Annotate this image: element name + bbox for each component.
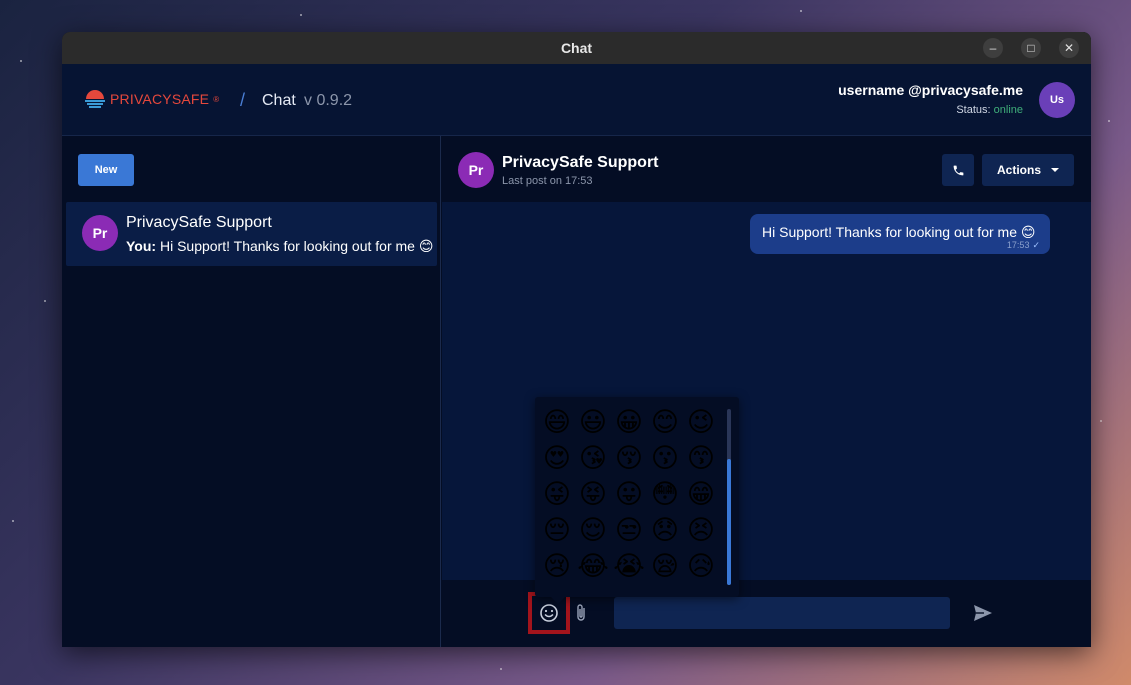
emoji-option[interactable]: 😗 <box>647 441 683 477</box>
emoji-grid: 😄 😃 😀 😊 😉 😍 😘 😚 😗 😙 😜 😝 😛 😳 😁 😔 😌 😒 😞 😣 😢 😂 😭 😪 😥 <box>539 405 723 585</box>
message-bubble[interactable]: Hi Support! Thanks for looking out for m… <box>750 214 1050 254</box>
emoji-option[interactable]: 😁 <box>683 477 719 513</box>
emoji-picker-pointer <box>551 597 565 604</box>
user-name: username @privacysafe.me <box>838 82 1023 98</box>
user-avatar[interactable]: Us <box>1039 82 1075 118</box>
window-title: Chat <box>560 40 593 56</box>
emoji-option[interactable]: 😂 <box>575 549 611 585</box>
send-icon <box>974 605 992 621</box>
user-status-value: online <box>993 104 1023 116</box>
emoji-option[interactable]: 😛 <box>611 477 647 513</box>
emoji-option[interactable]: 😉 <box>683 405 719 441</box>
actions-button[interactable]: Actions <box>982 154 1074 186</box>
emoji-option[interactable]: 😜 <box>539 477 575 513</box>
emoji-option[interactable]: 😣 <box>683 513 719 549</box>
emoji-picker-scrollbar[interactable] <box>727 409 731 585</box>
message-text: Hi Support! Thanks for looking out for m… <box>762 224 1036 240</box>
emoji-option[interactable]: 😙 <box>683 441 719 477</box>
message-input[interactable] <box>614 597 950 629</box>
conversation-preview-sender: You: <box>126 238 157 254</box>
app-header: PRIVACYSAFE ® / Chat v 0.9.2 username @pr… <box>62 64 1091 136</box>
chat-avatar: Pr <box>458 152 494 188</box>
emoji-option[interactable]: 😢 <box>539 549 575 585</box>
chat-title: PrivacySafe Support <box>502 154 659 171</box>
emoji-option[interactable]: 😌 <box>575 513 611 549</box>
attach-button[interactable] <box>572 602 590 624</box>
emoji-picker-scroll-thumb[interactable] <box>727 459 731 585</box>
registered-mark: ® <box>213 94 220 104</box>
emoji-option[interactable]: 😄 <box>539 405 575 441</box>
privacysafe-logo: PRIVACYSAFE ® <box>84 88 219 110</box>
new-chat-button[interactable]: New <box>78 154 134 186</box>
maximize-button[interactable]: □ <box>1021 38 1041 58</box>
brand-name: PRIVACYSAFE <box>110 91 210 107</box>
call-button[interactable] <box>942 154 974 186</box>
privacysafe-logo-icon <box>85 90 105 108</box>
phone-icon <box>953 165 963 175</box>
emoji-option[interactable]: 😪 <box>647 549 683 585</box>
user-status: Status: online <box>838 104 1023 116</box>
conversation-preview: You: Hi Support! Thanks for looking out … <box>126 238 433 255</box>
actions-label: Actions <box>996 163 1041 177</box>
emoji-option[interactable]: 😃 <box>575 405 611 441</box>
chat-pane: Pr PrivacySafe Support Last post on 17:5… <box>442 136 1091 647</box>
emoji-option[interactable]: 😀 <box>611 405 647 441</box>
emoji-option[interactable]: 😥 <box>683 549 719 585</box>
emoji-option[interactable]: 😒 <box>611 513 647 549</box>
chat-header: Pr PrivacySafe Support Last post on 17:5… <box>442 136 1091 202</box>
chat-last-post: Last post on 17:53 <box>502 175 593 187</box>
message-time: 17:53 <box>1006 240 1030 250</box>
emoji-option[interactable]: 😊 <box>647 405 683 441</box>
smiley-icon <box>540 604 558 622</box>
chevron-down-icon <box>1051 168 1059 172</box>
chat-window: Chat – □ ✕ PRIVACYSAFE ® / Chat v 0.9.2 u… <box>62 32 1091 647</box>
emoji-option[interactable]: 😭 <box>611 549 647 585</box>
window-titlebar[interactable]: Chat – □ ✕ <box>62 32 1091 64</box>
breadcrumb-separator: / <box>240 90 246 110</box>
conversation-preview-text: Hi Support! Thanks for looking out for m… <box>156 238 434 254</box>
conversation-name: PrivacySafe Support <box>126 214 272 231</box>
emoji-option[interactable]: 😳 <box>647 477 683 513</box>
breadcrumb-app-name: Chat <box>262 92 296 109</box>
conversation-sidebar: New Pr PrivacySafe Support You: Hi Suppo… <box>62 136 441 647</box>
delivered-check-icon: ✓ <box>1032 240 1040 250</box>
emoji-option[interactable]: 😘 <box>575 441 611 477</box>
emoji-option[interactable]: 😚 <box>611 441 647 477</box>
minimize-button[interactable]: – <box>983 38 1003 58</box>
conversation-item[interactable]: Pr PrivacySafe Support You: Hi Support! … <box>66 202 437 266</box>
app-version: v 0.9.2 <box>304 92 353 109</box>
emoji-option[interactable]: 😞 <box>647 513 683 549</box>
emoji-option[interactable]: 😝 <box>575 477 611 513</box>
emoji-option[interactable]: 😍 <box>539 441 575 477</box>
user-info: username @privacysafe.me Status: online <box>838 82 1023 116</box>
main-area: New Pr PrivacySafe Support You: Hi Suppo… <box>62 136 1091 647</box>
send-button[interactable] <box>972 602 994 624</box>
message-meta: 17:53 ✓ <box>1007 240 1040 251</box>
emoji-picker: 😄 😃 😀 😊 😉 😍 😘 😚 😗 😙 😜 😝 😛 😳 😁 😔 😌 😒 😞 😣 😢 😂 😭 😪 😥 <box>535 397 739 604</box>
conversation-avatar: Pr <box>82 215 118 251</box>
emoji-option[interactable]: 😔 <box>539 513 575 549</box>
user-status-label: Status: <box>956 104 991 116</box>
close-button[interactable]: ✕ <box>1059 38 1079 58</box>
paperclip-icon <box>577 604 585 621</box>
